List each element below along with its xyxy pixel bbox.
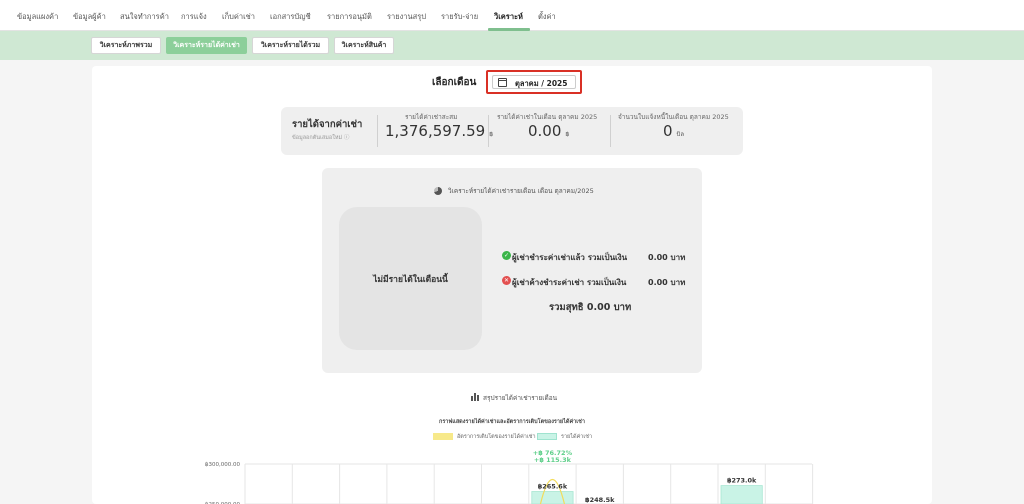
- y-tick-label: ฿300,000.00: [205, 461, 240, 468]
- bar-value-label: ฿265.6k: [538, 483, 568, 491]
- growth-annotation: +฿ 115.3k: [534, 456, 572, 464]
- rent-bar: [720, 485, 763, 504]
- rent-chart: ฿300,000.00฿250,000.00฿265.6k฿248.5k฿273…: [205, 449, 814, 504]
- rent-bar: [531, 491, 574, 504]
- bar-value-label: ฿248.5k: [585, 496, 615, 504]
- bar-value-label: ฿273.0k: [727, 477, 757, 485]
